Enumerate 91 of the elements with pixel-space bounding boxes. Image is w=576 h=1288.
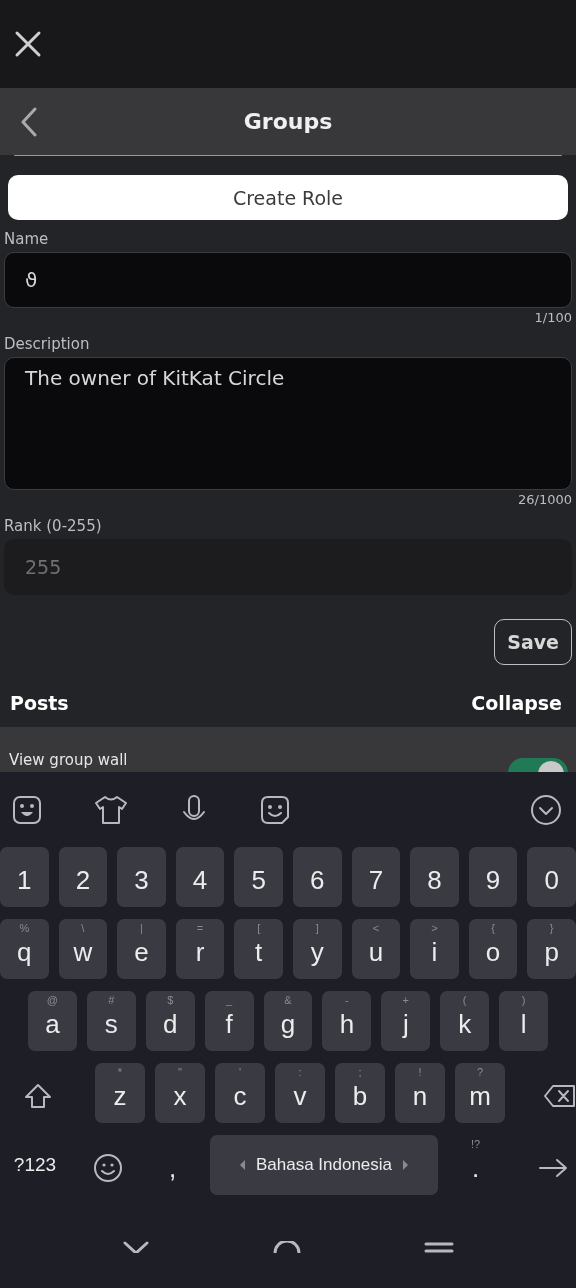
keyboard-key[interactable]: 5 <box>234 847 283 907</box>
keyboard-key[interactable]: < u <box>351 919 401 979</box>
key-hint: | <box>139 922 144 934</box>
keyboard-key[interactable]: ) l <box>499 991 548 1051</box>
key-hint: < <box>371 922 381 934</box>
keyboard-key[interactable]: 0 <box>527 847 576 907</box>
key-hint: $ <box>166 994 175 1006</box>
shift-icon <box>22 1082 53 1110</box>
key-hint: @ <box>45 994 60 1006</box>
keyboard-key[interactable]: \ w <box>58 919 108 979</box>
keyboard-key[interactable]: { o <box>468 919 518 979</box>
menu-icon[interactable] <box>424 1241 455 1253</box>
keyboard-key[interactable]: 9 <box>468 847 518 907</box>
key-hint: [ <box>256 922 262 934</box>
emoji-sticker-icon[interactable] <box>260 794 290 825</box>
keyboard-key[interactable]: > i <box>410 919 459 979</box>
keyboard-key[interactable]: 3 <box>117 847 166 907</box>
keyboard-key[interactable]: ( k <box>440 991 490 1051</box>
keyboard-key[interactable]: & g <box>263 991 313 1051</box>
keyboard-key[interactable]: ] y <box>292 919 342 979</box>
keyboard-key[interactable]: } p <box>527 919 576 979</box>
key-hint: ( <box>461 994 468 1006</box>
chevron-down-icon[interactable] <box>121 1241 150 1253</box>
keyboard-key[interactable]: * z <box>95 1063 145 1123</box>
key-hint: > <box>430 922 439 934</box>
key-hint: { <box>490 922 496 934</box>
key-hint: % <box>18 922 31 934</box>
character-counter: 1/100 <box>534 310 572 325</box>
keyboard-key[interactable]: - h <box>322 991 372 1051</box>
key-hint: : <box>297 1066 303 1078</box>
keyboard-key[interactable]: ? m <box>455 1063 505 1123</box>
key-hint: } <box>548 922 555 934</box>
keyboard-key[interactable]: + j <box>381 991 431 1051</box>
keyboard-key[interactable]: = r <box>175 919 225 979</box>
backspace-icon <box>543 1084 576 1108</box>
permission-label: View group wall <box>9 751 128 769</box>
key-hint: ; <box>357 1066 363 1078</box>
section-title: Posts <box>10 692 69 714</box>
key-hint: !? <box>469 1138 482 1150</box>
keyboard-key[interactable]: 1 <box>0 847 49 907</box>
key-hint: = <box>195 922 205 934</box>
save-button[interactable]: Save <box>494 619 572 665</box>
key-hint: " <box>177 1066 183 1078</box>
close-icon[interactable] <box>14 30 42 58</box>
home-icon[interactable] <box>273 1241 301 1253</box>
sticker-icon[interactable] <box>12 794 42 825</box>
field-label: Rank (0-255) <box>4 517 102 535</box>
caret-left-icon <box>239 1160 246 1170</box>
arrow-right-icon <box>538 1158 568 1178</box>
keyboard-key[interactable]: _ f <box>204 991 254 1051</box>
text-area[interactable]: The owner of KitKat Circle <box>4 357 572 490</box>
key-hint: & <box>283 994 293 1006</box>
key-hint: + <box>401 994 410 1006</box>
input-field[interactable]: ϑ <box>4 252 572 308</box>
field-label: Description <box>4 335 90 353</box>
key-hint: * <box>116 1066 124 1078</box>
caret-right-icon <box>402 1160 409 1170</box>
keyboard-key[interactable]: 6 <box>292 847 342 907</box>
smiley-icon <box>92 1153 123 1183</box>
create-role-button[interactable]: Create Role <box>8 175 568 220</box>
space-key[interactable]: Bahasa Indonesia <box>210 1135 438 1195</box>
keyboard-key[interactable]: : v <box>275 1063 325 1123</box>
chevron-down-icon[interactable] <box>530 793 562 826</box>
keyboard-key[interactable]: % q <box>0 919 49 979</box>
key-hint: ) <box>520 994 527 1006</box>
collapse-button[interactable]: Collapse <box>471 692 562 714</box>
keyboard-key[interactable]: ' c <box>215 1063 265 1123</box>
keyboard-key[interactable]: 8 <box>410 847 459 907</box>
keyboard-key[interactable]: | e <box>117 919 166 979</box>
key-hint: _ <box>225 994 234 1006</box>
keyboard-key[interactable]: 2 <box>58 847 108 907</box>
keyboard-key[interactable]: 7 <box>351 847 401 907</box>
field-label: Name <box>4 230 49 248</box>
keyboard-key[interactable]: ! n <box>395 1063 445 1123</box>
shirt-icon[interactable] <box>94 794 128 825</box>
key-hint: - <box>344 994 350 1006</box>
keyboard-key[interactable]: @ a <box>28 991 77 1051</box>
key-hint: ! <box>417 1066 423 1078</box>
key-hint: ? <box>475 1066 485 1078</box>
page-title: Groups <box>243 109 333 134</box>
key-hint: # <box>107 994 116 1006</box>
keyboard-key[interactable]: # s <box>86 991 136 1051</box>
keyboard-key[interactable]: $ d <box>145 991 195 1051</box>
keyboard-key[interactable]: [ t <box>234 919 283 979</box>
keyboard-key[interactable]: 4 <box>175 847 225 907</box>
key-hint: ' <box>237 1066 243 1078</box>
keyboard-key[interactable]: ; b <box>335 1063 385 1123</box>
key-hint: ] <box>314 922 320 934</box>
key-hint: \ <box>80 922 86 934</box>
character-counter: 26/1000 <box>518 492 572 507</box>
keyboard-key[interactable]: " x <box>155 1063 205 1123</box>
